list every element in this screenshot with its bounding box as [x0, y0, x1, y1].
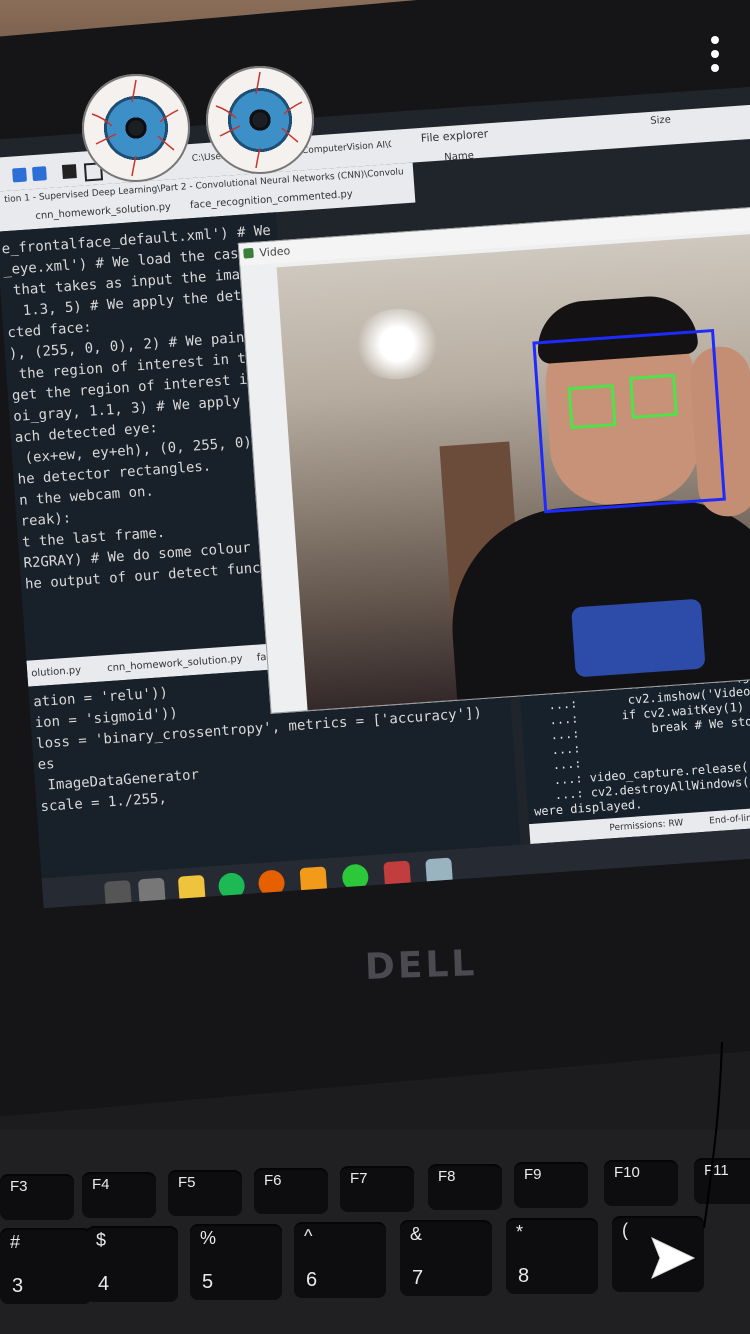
more-options-icon[interactable]: [708, 36, 722, 76]
left-eye-box: [567, 384, 617, 430]
status-eol: End-of-lines: CR: [708, 812, 750, 827]
key-symbol: (: [622, 1220, 628, 1240]
tab-solution[interactable]: olution.py: [31, 665, 81, 679]
key-symbol: *: [516, 1222, 524, 1242]
key-f5[interactable]: F5: [168, 1170, 242, 1216]
tab-cnn-homework-bottom[interactable]: cnn_homework_solution.py: [107, 654, 243, 674]
key-number-0[interactable]: #3: [0, 1228, 92, 1304]
key-f7[interactable]: F7: [340, 1166, 414, 1212]
key-digit: 7: [412, 1267, 424, 1289]
send-arrow-icon[interactable]: [646, 1234, 698, 1282]
ceiling-light: [349, 306, 445, 383]
key-f6[interactable]: F6: [254, 1168, 328, 1214]
key-digit: 3: [12, 1275, 24, 1297]
key-number-1[interactable]: $4: [86, 1226, 178, 1302]
key-label: F6: [264, 1172, 282, 1189]
video-window[interactable]: Video: [237, 206, 750, 714]
key-digit: 4: [98, 1273, 110, 1295]
key-symbol: ^: [304, 1226, 313, 1246]
key-f10[interactable]: F10: [604, 1160, 678, 1206]
key-label: F10: [614, 1164, 640, 1181]
face-detection-box: [532, 328, 726, 514]
key-label: F9: [524, 1166, 542, 1183]
key-symbol: %: [200, 1228, 217, 1248]
right-eye-box: [629, 373, 678, 419]
webcam-feed: [276, 233, 750, 711]
eyeball-sticker-right-icon[interactable]: [206, 66, 314, 174]
video-title: Video: [259, 244, 291, 260]
key-f4[interactable]: F4: [82, 1172, 156, 1218]
key-symbol: &: [410, 1224, 423, 1244]
phone: [571, 598, 706, 678]
key-number-2[interactable]: % 5: [190, 1224, 282, 1300]
eyeball-sticker-left-icon[interactable]: [82, 74, 190, 182]
tab-cnn-homework[interactable]: cnn_homework_solution.py: [35, 202, 171, 222]
tab-face-recognition[interactable]: face_recognition_commented.py: [190, 189, 353, 211]
key-digit: 5: [202, 1271, 214, 1293]
status-permissions: Permissions: RW: [609, 818, 684, 834]
grid-icon[interactable]: [61, 164, 77, 180]
pen-scribble: [703, 1041, 723, 1229]
stop-icon[interactable]: [31, 166, 47, 182]
key-symbol: $: [96, 1230, 107, 1250]
name-column[interactable]: Name: [444, 150, 474, 163]
key-label: F5: [178, 1174, 196, 1191]
keyboard: F3 F4 F5 F6 F7 F8 F9 F10 F11 #3 $4% 5 ^ 6 & 7 * 8(: [0, 1130, 750, 1334]
key-label: F3: [10, 1178, 28, 1195]
file-explorer-title: File explorer: [420, 127, 489, 145]
key-digit: 6: [306, 1269, 318, 1291]
key-number-3[interactable]: ^ 6: [294, 1222, 386, 1298]
key-f8[interactable]: F8: [428, 1164, 502, 1210]
key-number-4[interactable]: & 7: [400, 1220, 492, 1296]
key-number-5[interactable]: * 8: [506, 1218, 598, 1294]
key-f3[interactable]: F3: [0, 1174, 74, 1220]
brand-logo: DELL: [364, 943, 479, 988]
key-f9[interactable]: F9: [514, 1162, 588, 1208]
key-label: F7: [350, 1170, 368, 1187]
video-app-icon: [243, 247, 254, 259]
size-column[interactable]: Size: [650, 114, 671, 126]
laptop-screen: ← C:\Users\yoosn\Desktop\ComputerVision …: [0, 85, 750, 909]
key-label: F8: [438, 1168, 456, 1185]
run-icon[interactable]: [12, 167, 27, 183]
key-symbol: #: [10, 1232, 21, 1252]
key-digit: 8: [518, 1265, 530, 1287]
key-label: F4: [92, 1176, 110, 1193]
